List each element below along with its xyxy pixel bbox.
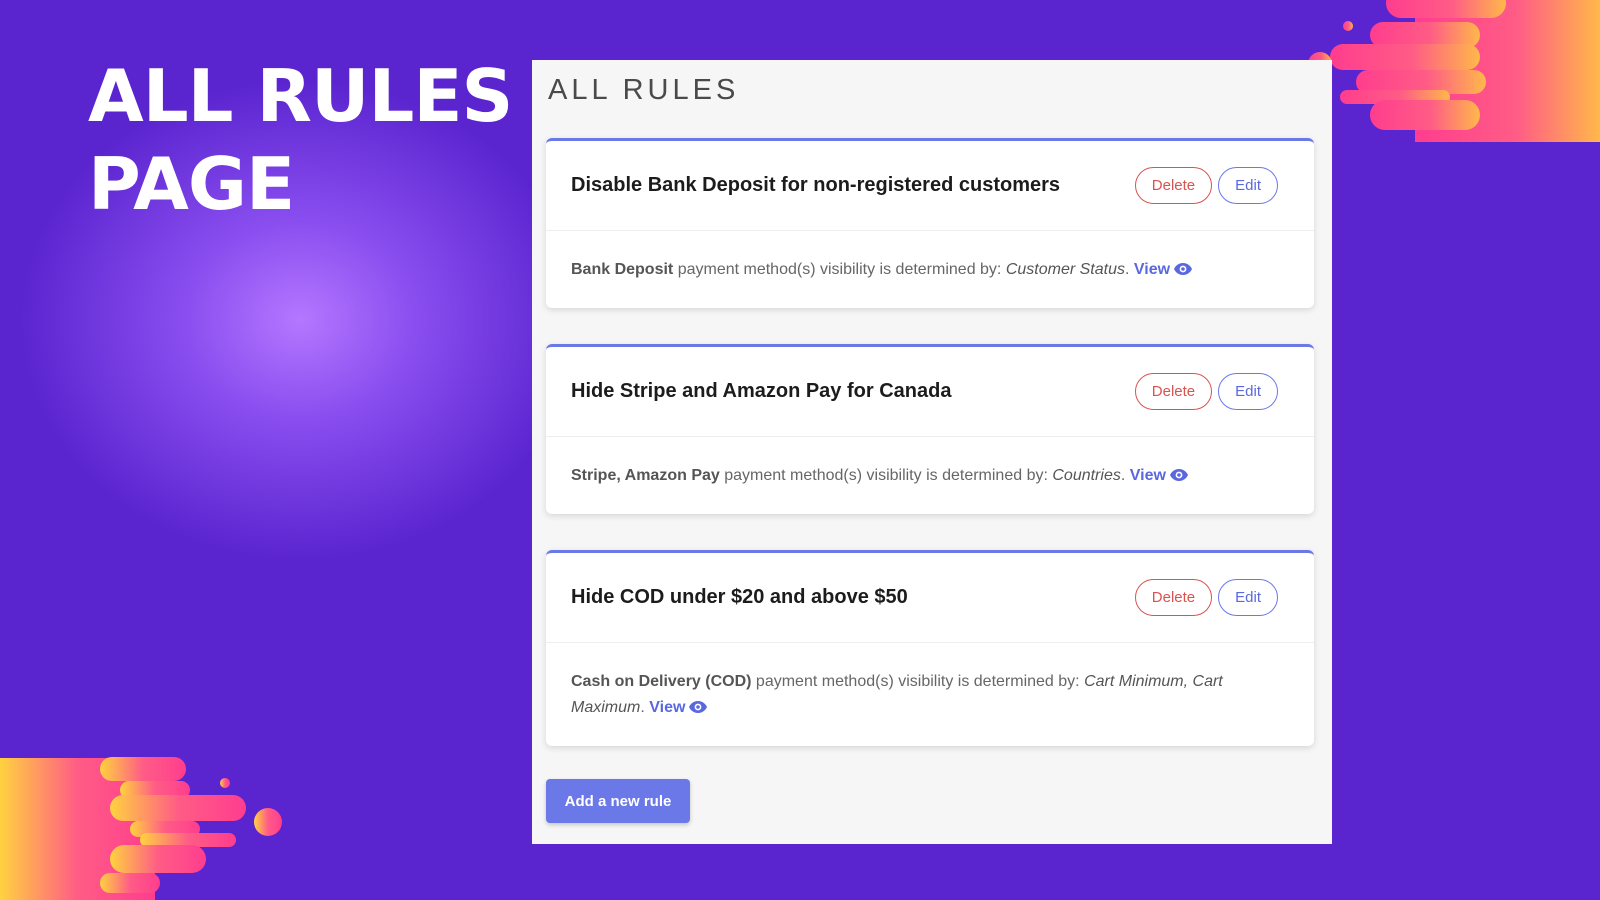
view-link-label: View: [649, 699, 686, 716]
rule-description: payment method(s) visibility is determin…: [673, 261, 1006, 278]
rule-payment-methods: Bank Deposit: [571, 261, 674, 278]
rule-title: Hide COD under $20 and above $50: [571, 586, 908, 608]
rule-punctuation: .: [640, 699, 650, 716]
hero-title-line-1: ALL RULES: [88, 54, 513, 138]
rule-card-header: Hide Stripe and Amazon Pay for Canada De…: [546, 347, 1314, 437]
rule-summary: Cash on Delivery (COD) payment method(s)…: [546, 643, 1314, 746]
rules-list: Disable Bank Deposit for non-registered …: [546, 138, 1314, 782]
rule-actions: Delete Edit: [1134, 579, 1278, 616]
rule-punctuation: .: [1124, 261, 1134, 278]
rule-criteria: Customer Status: [1005, 261, 1125, 278]
eye-icon: [1169, 469, 1188, 481]
rule-card-header: Hide COD under $20 and above $50 Delete …: [546, 553, 1314, 643]
rule-actions: Delete Edit: [1134, 167, 1278, 204]
rule-summary: Bank Deposit payment method(s) visibilit…: [546, 231, 1314, 308]
rules-panel: ALL RULES Disable Bank Deposit for non-r…: [532, 60, 1332, 844]
delete-button[interactable]: Delete: [1134, 373, 1213, 410]
edit-button[interactable]: Edit: [1218, 167, 1278, 204]
rule-card: Hide COD under $20 and above $50 Delete …: [546, 550, 1314, 746]
rule-payment-methods: Cash on Delivery (COD): [571, 673, 752, 690]
rule-card: Hide Stripe and Amazon Pay for Canada De…: [546, 344, 1314, 514]
panel-title: ALL RULES: [548, 74, 740, 106]
view-link-label: View: [1129, 467, 1166, 484]
rule-description: payment method(s) visibility is determin…: [751, 673, 1085, 690]
eye-icon: [689, 701, 708, 713]
view-link-label: View: [1133, 261, 1171, 278]
eye-icon: [1174, 263, 1193, 275]
view-link[interactable]: View: [1133, 261, 1193, 278]
rule-payment-methods: Stripe, Amazon Pay: [571, 467, 720, 484]
rule-summary: Stripe, Amazon Pay payment method(s) vis…: [546, 437, 1314, 514]
decoration-bottom-left: [0, 757, 282, 900]
rule-description: payment method(s) visibility is determin…: [719, 467, 1053, 484]
rule-actions: Delete Edit: [1134, 373, 1278, 410]
hero-title: ALL RULES PAGE: [88, 52, 513, 228]
view-link[interactable]: View: [649, 699, 708, 716]
rule-card-header: Disable Bank Deposit for non-registered …: [546, 141, 1314, 231]
view-link[interactable]: View: [1130, 467, 1188, 484]
rule-card: Disable Bank Deposit for non-registered …: [546, 138, 1314, 308]
delete-button[interactable]: Delete: [1134, 579, 1213, 616]
rule-punctuation: .: [1120, 467, 1130, 484]
rule-title: Disable Bank Deposit for non-registered …: [571, 174, 1061, 196]
delete-button[interactable]: Delete: [1134, 167, 1213, 204]
hero-title-line-2: PAGE: [88, 142, 295, 226]
decoration-top-right: [1308, 0, 1600, 142]
rule-title: Hide Stripe and Amazon Pay for Canada: [571, 380, 952, 402]
edit-button[interactable]: Edit: [1218, 579, 1278, 616]
edit-button[interactable]: Edit: [1218, 373, 1278, 410]
rule-criteria: Countries: [1052, 467, 1121, 484]
add-new-rule-button[interactable]: Add a new rule: [546, 779, 690, 823]
